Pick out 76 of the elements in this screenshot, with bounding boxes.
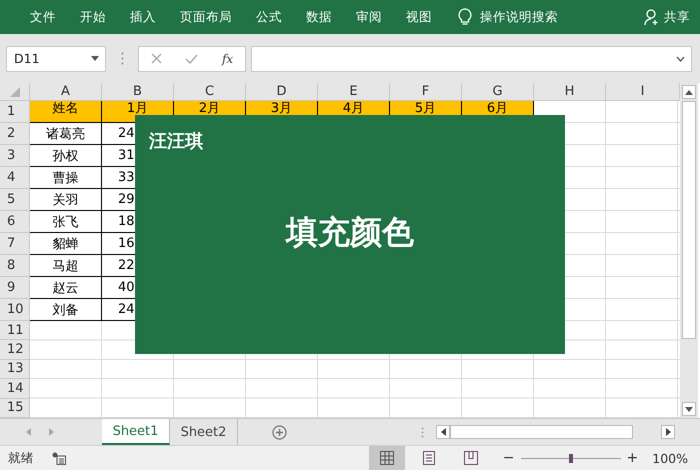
zoom-level[interactable]: 100% (652, 450, 688, 466)
column-header[interactable]: D (246, 83, 318, 101)
column-header[interactable]: B (102, 83, 174, 101)
table-cell: 刘备 (30, 299, 102, 321)
formula-input[interactable] (251, 46, 692, 72)
insert-function-button[interactable]: fx (222, 52, 234, 66)
zoom-slider-thumb[interactable] (568, 454, 573, 462)
right-arrow-icon (666, 428, 670, 436)
scroll-right-button[interactable] (661, 425, 675, 439)
ribbon-tab[interactable]: 数据 (294, 8, 344, 26)
normal-view-icon[interactable] (368, 446, 405, 470)
macro-record-icon[interactable] (52, 452, 66, 464)
add-sheet-icon[interactable] (272, 424, 287, 440)
ribbon-tab[interactable]: 开始 (68, 8, 118, 26)
cancel-icon[interactable] (150, 53, 162, 64)
column-header[interactable]: A (30, 83, 102, 101)
left-arrow-icon (440, 428, 446, 436)
overlay-title: 填充颜色 (284, 212, 415, 253)
ribbon-tab[interactable]: 文件 (18, 8, 68, 26)
share-button[interactable]: 共享 (664, 8, 690, 26)
dropdown-caret-icon (91, 56, 99, 61)
check-icon[interactable] (185, 54, 198, 64)
table-cell: 姓名 (30, 101, 102, 123)
column-header[interactable]: C (174, 83, 246, 101)
person-add-icon (644, 8, 660, 26)
row-header[interactable]: 5 (0, 189, 30, 211)
down-arrow-icon (685, 406, 693, 412)
row-header[interactable]: 8 (0, 255, 30, 277)
column-header[interactable]: H (534, 83, 606, 101)
status-text: 就绪 (8, 450, 34, 466)
grip-dots-icon (120, 52, 124, 65)
row-header[interactable]: 4 (0, 167, 30, 189)
table-cell: 孙权 (30, 145, 102, 167)
zoom-slider[interactable] (520, 454, 621, 462)
ribbon-tab[interactable]: 公式 (244, 8, 294, 26)
table-cell: 赵云 (30, 277, 102, 299)
ribbon-tab[interactable]: 插入 (118, 8, 168, 26)
table-cell: 貂蝉 (30, 233, 102, 255)
column-header[interactable]: E (318, 83, 390, 101)
row-header[interactable]: 1 (0, 101, 30, 123)
row-header[interactable]: 13 (0, 360, 30, 380)
row-header[interactable]: 7 (0, 233, 30, 255)
row-header[interactable]: 15 (0, 398, 30, 418)
scrollbar-thumb[interactable] (682, 101, 696, 339)
expand-caret-icon (676, 56, 685, 62)
row-header[interactable]: 12 (0, 340, 30, 360)
scroll-up-button[interactable] (682, 85, 696, 99)
row-header[interactable]: 9 (0, 277, 30, 299)
lightbulb-icon (458, 8, 472, 26)
horizontal-scrollbar[interactable] (450, 425, 633, 439)
name-box[interactable]: D11 (6, 46, 106, 72)
column-header[interactable]: F (390, 83, 462, 101)
ribbon-tab[interactable]: 审阅 (344, 8, 394, 26)
table-cell: 曹操 (30, 167, 102, 189)
row-header[interactable]: 2 (0, 123, 30, 145)
up-arrow-icon (685, 90, 693, 94)
table-cell: 诸葛亮 (30, 123, 102, 145)
zoom-out-button[interactable]: − (502, 450, 515, 466)
table-cell: 张飞 (30, 211, 102, 233)
column-header[interactable]: G (462, 83, 534, 101)
grip-dots-icon (421, 426, 424, 438)
row-header[interactable]: 11 (0, 321, 30, 340)
table-cell: 马超 (30, 255, 102, 277)
tell-me-search[interactable]: 操作说明搜索 (480, 8, 558, 26)
row-header[interactable]: 6 (0, 211, 30, 233)
row-header[interactable]: 14 (0, 379, 30, 399)
zoom-in-button[interactable]: + (626, 450, 638, 466)
row-header[interactable]: 3 (0, 145, 30, 167)
ribbon-tab[interactable]: 视图 (394, 8, 444, 26)
sheet-tab[interactable]: Sheet1 (102, 419, 170, 445)
scroll-down-button[interactable] (682, 402, 696, 416)
column-header[interactable]: I (606, 83, 680, 101)
row-header[interactable]: 10 (0, 299, 30, 321)
table-cell: 关羽 (30, 189, 102, 211)
scroll-left-button[interactable] (436, 425, 450, 439)
ribbon-tab[interactable]: 页面布局 (168, 8, 244, 26)
